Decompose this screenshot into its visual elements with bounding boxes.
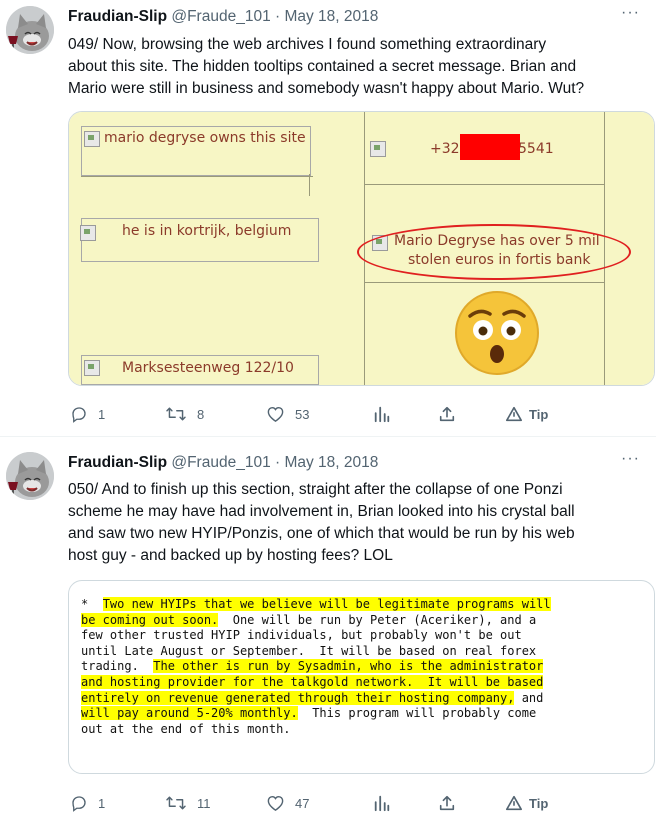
share-button[interactable]: [438, 402, 456, 426]
cat-avatar-icon: [6, 6, 54, 54]
quoted-text-line: be coming out soon. One will be run by P…: [81, 612, 641, 629]
tweet-text-line: host guy - and backed up by hosting fees…: [68, 547, 393, 564]
highlighted-text: entirely on revenue generated through th…: [81, 690, 515, 705]
quoted-text-line: trading. The other is run by Sysadmin, w…: [81, 659, 641, 675]
reply-count: 1: [98, 795, 106, 811]
highlighted-text: The other is run by Sysadmin, who is the…: [153, 659, 544, 674]
quoted-text-segment: few other trusted HYIP individuals, but …: [81, 628, 522, 643]
author-name[interactable]: Fraudian-Slip: [68, 8, 167, 25]
heart-icon: [267, 795, 284, 811]
retweet-count: 8: [197, 406, 205, 422]
quoted-text-segment: This program will probably come: [297, 706, 537, 721]
reply-count: 1: [98, 406, 106, 422]
tip-label: Tip: [529, 406, 549, 422]
retweet-icon: [166, 796, 186, 810]
tweet-text-line: and saw two new HYIP/Ponzis, one of whic…: [68, 525, 575, 542]
broken-image-icon: [84, 360, 100, 376]
reply-icon: [72, 796, 86, 812]
retweet-count: 11: [197, 795, 211, 811]
quoted-text-line: entirely on revenue generated through th…: [81, 690, 641, 707]
highlighted-text: be coming out soon.: [81, 612, 219, 627]
like-button[interactable]: 47: [266, 791, 309, 815]
highlighted-text: will pay around 5-20% monthly.: [81, 706, 298, 721]
quoted-text-line: and hosting provider for the talkgold ne…: [81, 674, 641, 691]
tweet-text: 049/ Now, browsing the web archives I fo…: [68, 34, 648, 100]
broken-image-icon: [80, 225, 96, 241]
share-button[interactable]: [438, 791, 456, 815]
highlighted-text: and hosting provider for the talkgold ne…: [81, 674, 544, 689]
tooltip-address: Marksesteenweg 122/10: [81, 355, 319, 385]
tip-icon: [505, 406, 523, 422]
cat-avatar-icon: [6, 452, 54, 500]
analytics-button[interactable]: [373, 791, 391, 815]
tweet-divider: [0, 436, 656, 437]
tweet-text-line: Mario were still in business and somebod…: [68, 80, 585, 97]
quoted-text-segment: until Late August or September. It will …: [81, 643, 537, 658]
quoted-text-segment: *: [81, 597, 103, 611]
like-count: 53: [295, 406, 310, 422]
share-icon: [439, 795, 455, 811]
tweet-text-line: 050/ And to finish up this section, stra…: [68, 481, 563, 498]
highlighted-text: Two new HYIPs that we believe will be le…: [102, 597, 551, 611]
share-icon: [439, 406, 455, 422]
reply-button[interactable]: 1: [70, 402, 105, 426]
avatar[interactable]: [6, 6, 54, 54]
heart-icon: [267, 406, 284, 422]
quoted-text-segment: One will be run by Peter (Aceriker), and…: [218, 612, 537, 627]
handle-and-date[interactable]: @Fraude_101 · May 18, 2018: [171, 454, 378, 471]
tweet-text-line: 049/ Now, browsing the web archives I fo…: [68, 36, 547, 53]
quoted-text-segment: out at the end of this month.: [81, 721, 291, 736]
quoted-text-line: few other trusted HYIP individuals, but …: [81, 628, 641, 644]
flushed-face-emoji-icon: [455, 291, 539, 375]
quoted-text-line: will pay around 5-20% monthly. This prog…: [81, 706, 641, 722]
author-name[interactable]: Fraudian-Slip: [68, 454, 167, 471]
broken-image-icon: [84, 131, 100, 147]
quoted-text-line: * Two new HYIPs that we believe will be …: [81, 597, 641, 613]
tweet-image[interactable]: mario degryse owns this site he is in ko…: [68, 111, 655, 386]
quoted-text-segment: trading.: [81, 659, 154, 674]
analytics-icon: [374, 406, 390, 423]
tip-label: Tip: [529, 795, 549, 811]
tooltip-owns-site: mario degryse owns this site: [81, 126, 311, 176]
quoted-text-segment: and: [514, 690, 544, 705]
tweet[interactable]: Fraudian-Slip @Fraude_101 · May 18, 2018…: [0, 0, 656, 430]
analytics-icon: [374, 795, 390, 812]
tweet-text-line: scheme he may have had involvement in, B…: [68, 503, 575, 520]
tooltip-kortrijk: he is in kortrijk, belgium: [80, 218, 319, 262]
retweet-button[interactable]: 8: [165, 402, 204, 426]
analytics-button[interactable]: [373, 402, 391, 426]
quoted-text-block: * Two new HYIPs that we believe will be …: [81, 597, 641, 737]
archive-screenshot: mario degryse owns this site he is in ko…: [69, 112, 654, 385]
like-button[interactable]: 53: [266, 402, 309, 426]
avatar[interactable]: [6, 452, 54, 500]
tweet-text-line: about this site. The hidden tooltips con…: [68, 58, 577, 75]
handle-and-date[interactable]: @Fraude_101 · May 18, 2018: [171, 8, 378, 25]
like-count: 47: [295, 795, 310, 811]
tweet-text: 050/ And to finish up this section, stra…: [68, 479, 648, 567]
broken-image-icon: [370, 141, 386, 157]
quoted-text-line: out at the end of this month.: [81, 722, 641, 738]
retweet-icon: [166, 407, 186, 421]
red-highlight-circle: [357, 224, 631, 280]
more-horizontal-icon[interactable]: ···: [621, 450, 640, 468]
redaction-block: [460, 134, 520, 160]
tooltip-phone: +32 ( 5541: [367, 126, 603, 166]
tip-button[interactable]: Tip: [505, 402, 548, 426]
tip-icon: [505, 795, 523, 811]
reply-button[interactable]: 1: [70, 791, 105, 815]
reply-icon: [72, 407, 86, 423]
retweet-button[interactable]: 11: [165, 791, 211, 815]
tweet-image[interactable]: * Two new HYIPs that we believe will be …: [68, 580, 655, 774]
quoted-text-line: until Late August or September. It will …: [81, 644, 641, 660]
tip-button[interactable]: Tip: [505, 791, 548, 815]
tweet[interactable]: Fraudian-Slip @Fraude_101 · May 18, 2018…: [0, 446, 656, 815]
more-horizontal-icon[interactable]: ···: [621, 4, 640, 22]
